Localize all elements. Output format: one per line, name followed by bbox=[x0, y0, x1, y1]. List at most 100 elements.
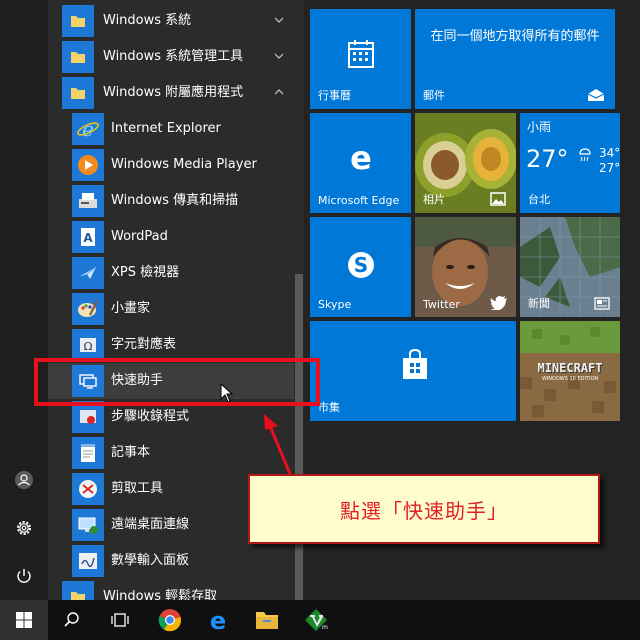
gear-icon bbox=[17, 521, 31, 535]
taskbar: e m bbox=[0, 600, 640, 640]
taskbar-chrome[interactable] bbox=[146, 600, 194, 640]
svg-text:e: e bbox=[82, 117, 94, 141]
task-view-icon bbox=[111, 613, 129, 627]
app-label: 數學輸入面板 bbox=[111, 553, 190, 568]
tile-label: 市集 bbox=[318, 401, 340, 414]
svg-text:S: S bbox=[354, 253, 368, 277]
tile-label: 行事曆 bbox=[318, 89, 351, 102]
fax-scan-icon bbox=[72, 185, 104, 217]
chevron-down-icon bbox=[274, 17, 284, 23]
app-paint[interactable]: 小畫家 bbox=[48, 291, 296, 327]
tile-label: 郵件 bbox=[423, 89, 445, 102]
chrome-icon bbox=[158, 609, 182, 632]
chevron-down-icon bbox=[274, 53, 284, 59]
wordpad-icon: A bbox=[72, 221, 104, 253]
tile-label: 新聞 bbox=[528, 297, 550, 310]
internet-explorer-icon: e bbox=[72, 113, 104, 145]
rain-icon bbox=[579, 148, 591, 162]
annotation-callout: 點選「快速助手」 bbox=[248, 474, 600, 544]
tile-calendar[interactable]: 行事曆 bbox=[310, 9, 411, 109]
weather-condition: 小雨 bbox=[527, 120, 552, 134]
svg-text:m: m bbox=[322, 624, 328, 631]
app-label: XPS 檢視器 bbox=[111, 265, 180, 280]
twitter-bird-icon bbox=[490, 296, 507, 310]
minecraft-title: MINECRAFT bbox=[537, 361, 603, 375]
edge-icon: e bbox=[350, 143, 372, 173]
store-icon bbox=[403, 349, 427, 379]
app-label: Internet Explorer bbox=[111, 121, 221, 136]
app-math-input-panel[interactable]: 數學輸入面板 bbox=[48, 543, 296, 579]
tile-photos[interactable]: 相片 bbox=[415, 113, 516, 213]
svg-text:e: e bbox=[210, 608, 226, 632]
weather-current-temp: 27° bbox=[526, 145, 569, 173]
start-rail bbox=[0, 0, 48, 600]
edge-icon: e bbox=[210, 608, 226, 632]
tile-store[interactable]: 市集 bbox=[310, 321, 516, 421]
tile-microsoft-edge[interactable]: e Microsoft Edge bbox=[310, 113, 411, 213]
app-windows-fax-scan[interactable]: Windows 傳真和掃描 bbox=[48, 183, 296, 219]
skype-icon: S bbox=[348, 252, 374, 278]
folder-icon bbox=[62, 5, 94, 37]
notepad-icon bbox=[72, 437, 104, 469]
character-map-icon: Ω bbox=[72, 329, 104, 361]
photos-icon bbox=[490, 192, 506, 206]
power-icon bbox=[17, 569, 31, 583]
app-windows-media-player[interactable]: Windows Media Player bbox=[48, 147, 296, 183]
user-icon bbox=[15, 471, 33, 489]
tile-minecraft[interactable]: MINECRAFT WINDOWS 10 EDITION bbox=[520, 321, 620, 421]
folder-windows-accessories[interactable]: Windows 附屬應用程式 bbox=[48, 75, 296, 111]
user-account-button[interactable] bbox=[0, 456, 48, 504]
folder-windows-system[interactable]: Windows 系統 bbox=[48, 3, 296, 39]
app-label: Windows 系統 bbox=[103, 13, 192, 28]
folder-windows-admin-tools[interactable]: Windows 系統管理工具 bbox=[48, 39, 296, 75]
start-button[interactable] bbox=[0, 600, 48, 640]
tile-mail[interactable]: 在同一個地方取得所有的郵件 郵件 bbox=[415, 9, 615, 109]
mail-tile-text: 在同一個地方取得所有的郵件 bbox=[430, 29, 600, 44]
snipping-tool-icon bbox=[72, 473, 104, 505]
tile-skype[interactable]: S Skype bbox=[310, 217, 411, 317]
tile-news[interactable]: 新聞 bbox=[520, 217, 620, 317]
app-label: 剪取工具 bbox=[111, 481, 164, 496]
tile-label: 相片 bbox=[423, 193, 445, 206]
tile-twitter[interactable]: Twitter bbox=[415, 217, 516, 317]
file-explorer-icon bbox=[256, 612, 278, 629]
news-icon bbox=[594, 297, 610, 310]
app-xps-viewer[interactable]: XPS 檢視器 bbox=[48, 255, 296, 291]
folder-icon bbox=[62, 41, 94, 73]
taskbar-file-explorer[interactable] bbox=[243, 600, 291, 640]
calendar-icon bbox=[348, 40, 374, 68]
app-label: Windows 附屬應用程式 bbox=[103, 85, 244, 100]
weather-low: 27° bbox=[599, 161, 620, 175]
tile-label: Microsoft Edge bbox=[318, 194, 400, 207]
math-input-icon bbox=[72, 545, 104, 577]
tile-label: 台北 bbox=[528, 193, 550, 206]
taskbar-edge[interactable]: e bbox=[194, 600, 242, 640]
search-icon bbox=[64, 612, 79, 627]
search-button[interactable] bbox=[48, 600, 96, 640]
windows-logo-icon bbox=[16, 612, 32, 628]
app-wordpad[interactable]: A WordPad bbox=[48, 219, 296, 255]
taskbar-vim[interactable]: m bbox=[292, 600, 340, 640]
folder-icon bbox=[62, 77, 94, 109]
app-label: 遠端桌面連線 bbox=[111, 517, 190, 532]
highlight-box bbox=[34, 358, 320, 406]
folder-windows-ease-of-access[interactable]: Windows 輕鬆存取 bbox=[48, 579, 296, 600]
folder-icon bbox=[62, 581, 94, 600]
settings-button[interactable] bbox=[0, 504, 48, 552]
svg-text:Ω: Ω bbox=[83, 340, 92, 353]
app-label: 小畫家 bbox=[111, 301, 151, 316]
tile-label: Twitter bbox=[423, 298, 460, 311]
svg-text:A: A bbox=[83, 231, 93, 245]
app-label: Windows 輕鬆存取 bbox=[103, 589, 218, 600]
tile-weather[interactable]: 小雨 27° 34° 27° 台北 bbox=[520, 113, 620, 213]
app-label: Windows 系統管理工具 bbox=[103, 49, 244, 64]
task-view-button[interactable] bbox=[96, 600, 144, 640]
xps-viewer-icon bbox=[72, 257, 104, 289]
app-internet-explorer[interactable]: e Internet Explorer bbox=[48, 111, 296, 147]
minecraft-subtitle: WINDOWS 10 EDITION bbox=[541, 376, 599, 382]
chevron-up-icon bbox=[274, 89, 284, 95]
vim-icon: m bbox=[305, 609, 328, 631]
power-button[interactable] bbox=[0, 552, 48, 600]
media-player-icon bbox=[72, 149, 104, 181]
tile-label: Skype bbox=[318, 298, 352, 311]
